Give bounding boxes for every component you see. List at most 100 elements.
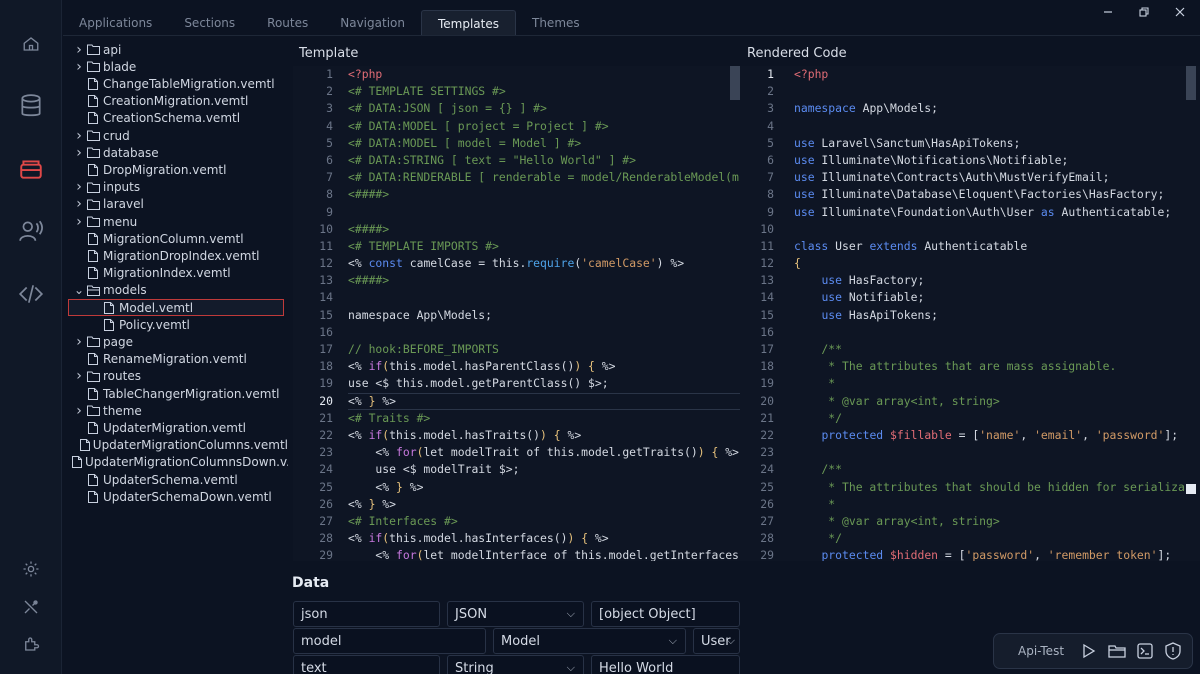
tree-folder-item[interactable]: › api <box>72 41 288 58</box>
code-line[interactable]: <# DATA:JSON [ json = {} ] #> <box>348 100 739 117</box>
close-icon[interactable] <box>1172 4 1188 20</box>
layers-icon[interactable] <box>14 152 48 186</box>
code-line[interactable]: * <box>794 375 1185 392</box>
code-line[interactable]: <% if(this.model.hasTraits()) { %> <box>348 427 739 444</box>
code-line[interactable]: <# DATA:RENDERABLE [ renderable = model/… <box>348 169 739 186</box>
code-line[interactable]: use Illuminate\Database\Eloquent\Factori… <box>794 186 1185 203</box>
shield-icon[interactable] <box>1164 642 1182 660</box>
tree-file-item[interactable]: CreationSchema.vemtl <box>72 110 288 127</box>
template-scrollbar[interactable] <box>730 66 740 100</box>
terminal-icon[interactable] <box>1136 642 1154 660</box>
data-type-select[interactable]: JSON ⌵ <box>447 601 584 627</box>
tree-file-item[interactable]: UpdaterMigrationColumns.vemtl <box>72 437 288 454</box>
code-line[interactable]: use HasFactory; <box>794 272 1185 289</box>
data-value-field[interactable]: Hello World <box>591 655 740 674</box>
tab-templates[interactable]: Templates <box>420 10 516 36</box>
code-line[interactable]: <####> <box>348 272 739 289</box>
tree-file-item[interactable]: RenameMigration.vemtl <box>72 351 288 368</box>
tree-folder-item[interactable]: › menu <box>72 213 288 230</box>
code-line[interactable]: <% } %> <box>348 496 739 513</box>
code-line[interactable]: * <box>794 496 1185 513</box>
tree-file-item[interactable]: UpdaterMigration.vemtl <box>72 419 288 436</box>
code-content[interactable]: <?php namespace App\Models; use Laravel\Sa… <box>794 66 1185 561</box>
tree-folder-item[interactable]: › page <box>72 333 288 350</box>
code-line[interactable]: <% for(let modelTrait of this.model.getT… <box>348 444 739 461</box>
code-line[interactable]: use Laravel\Sanctum\HasApiTokens; <box>794 135 1185 152</box>
code-line[interactable]: <####> <box>348 221 739 238</box>
tree-file-item[interactable]: ChangeTableMigration.vemtl <box>72 75 288 92</box>
tree-file-item[interactable]: UpdaterMigrationColumnsDown.v... <box>72 454 288 471</box>
code-line[interactable] <box>794 221 1185 238</box>
code-line[interactable]: /** <box>794 341 1185 358</box>
code-line[interactable]: { <box>794 255 1185 272</box>
data-type-select[interactable]: String ⌵ <box>447 655 584 674</box>
code-line[interactable]: <# DATA:MODEL [ model = Model ] #> <box>348 135 739 152</box>
code-line[interactable]: <% for(let modelInterface of this.model.… <box>348 547 739 561</box>
code-line[interactable]: class User extends Authenticatable <box>794 238 1185 255</box>
tree-file-item[interactable]: Model.vemtl <box>68 299 284 316</box>
code-line[interactable] <box>348 204 739 221</box>
code-line[interactable] <box>794 444 1185 461</box>
code-line[interactable] <box>348 289 739 306</box>
code-line[interactable]: * @var array<int, string> <box>794 393 1185 410</box>
code-line[interactable] <box>794 118 1185 135</box>
code-line[interactable] <box>794 324 1185 341</box>
data-name-field[interactable]: model <box>293 628 486 654</box>
plugin-icon[interactable] <box>14 627 48 661</box>
minimize-icon[interactable] <box>1100 4 1116 20</box>
code-line[interactable]: // hook:BEFORE_IMPORTS <box>348 341 739 358</box>
tree-folder-item[interactable]: › blade <box>72 58 288 75</box>
template-editor[interactable]: 1 2 3 4 5 6 7 8 9 10 11 12 13 14 15 16 17 18 19 20 21 22 23 24 2… <box>293 66 740 561</box>
maximize-icon[interactable] <box>1136 4 1152 20</box>
data-value-field[interactable]: [object Object] <box>591 601 740 627</box>
code-line[interactable]: use <$ modelTrait $>; <box>348 461 739 478</box>
play-icon[interactable] <box>1080 642 1098 660</box>
code-line[interactable]: protected $hidden = ['password', 'rememb… <box>794 547 1185 561</box>
code-line[interactable]: * The attributes that should be hidden f… <box>794 479 1185 496</box>
code-line[interactable]: <# TEMPLATE IMPORTS #> <box>348 238 739 255</box>
code-line[interactable]: /** <box>794 461 1185 478</box>
code-line[interactable]: use Illuminate\Notifications\Notifiable; <box>794 152 1185 169</box>
data-value-select[interactable]: User ⌵ <box>693 628 740 654</box>
code-line[interactable]: <% } %> <box>348 479 739 496</box>
code-content[interactable]: <?php <# TEMPLATE SETTINGS #> <# DATA:JSON… <box>348 66 739 561</box>
code-line[interactable]: <# TEMPLATE SETTINGS #> <box>348 83 739 100</box>
code-line[interactable]: <####> <box>348 186 739 203</box>
code-line[interactable]: use Notifiable; <box>794 289 1185 306</box>
data-name-field[interactable]: text <box>293 655 440 674</box>
code-line[interactable]: <# Traits #> <box>348 410 739 427</box>
user-voice-icon[interactable] <box>14 214 48 248</box>
code-line[interactable]: use <$ this.model.getParentClass() $>; <box>348 375 739 392</box>
tree-folder-item[interactable]: ⌄ models <box>72 282 288 299</box>
database-icon[interactable] <box>14 89 48 123</box>
tree-file-item[interactable]: MigrationDropIndex.vemtl <box>72 247 288 264</box>
rendered-editor[interactable]: 1 2 3 4 5 6 7 8 9 10 11 12 13 14 15 16 17 18 19 20 21 22 23 24 2… <box>740 66 1200 561</box>
code-line[interactable]: protected $fillable = ['name', 'email', … <box>794 427 1185 444</box>
code-line[interactable]: <# Interfaces #> <box>348 513 739 530</box>
code-line[interactable]: <% if(this.model.hasParentClass()) { %> <box>348 358 739 375</box>
code-line[interactable]: <?php <box>348 66 739 83</box>
data-type-select[interactable]: Model ⌵ <box>493 628 686 654</box>
home-icon[interactable] <box>14 27 48 61</box>
tree-file-item[interactable]: UpdaterSchema.vemtl <box>72 471 288 488</box>
folder-icon[interactable] <box>1108 642 1126 660</box>
code-line[interactable]: */ <box>794 530 1185 547</box>
tree-file-item[interactable]: MigrationIndex.vemtl <box>72 265 288 282</box>
tree-file-item[interactable]: DropMigration.vemtl <box>72 161 288 178</box>
tree-file-item[interactable]: CreationMigration.vemtl <box>72 93 288 110</box>
code-line[interactable]: <# DATA:MODEL [ project = Project ] #> <box>348 118 739 135</box>
tree-folder-item[interactable]: › crud <box>72 127 288 144</box>
tree-file-item[interactable]: UpdaterSchemaDown.vemtl <box>72 488 288 505</box>
code-line[interactable] <box>348 324 739 341</box>
code-line[interactable]: * @var array<int, string> <box>794 513 1185 530</box>
code-line[interactable]: use HasApiTokens; <box>794 307 1185 324</box>
tab-routes[interactable]: Routes <box>251 10 324 36</box>
rendered-scrollbar[interactable] <box>1186 66 1196 100</box>
tree-folder-item[interactable]: › theme <box>72 402 288 419</box>
tree-file-item[interactable]: MigrationColumn.vemtl <box>72 230 288 247</box>
tab-applications[interactable]: Applications <box>63 10 168 36</box>
code-line[interactable]: <# DATA:STRING [ text = "Hello World" ] … <box>348 152 739 169</box>
data-name-field[interactable]: json <box>293 601 440 627</box>
code-line[interactable]: */ <box>794 410 1185 427</box>
tab-themes[interactable]: Themes <box>516 10 596 36</box>
